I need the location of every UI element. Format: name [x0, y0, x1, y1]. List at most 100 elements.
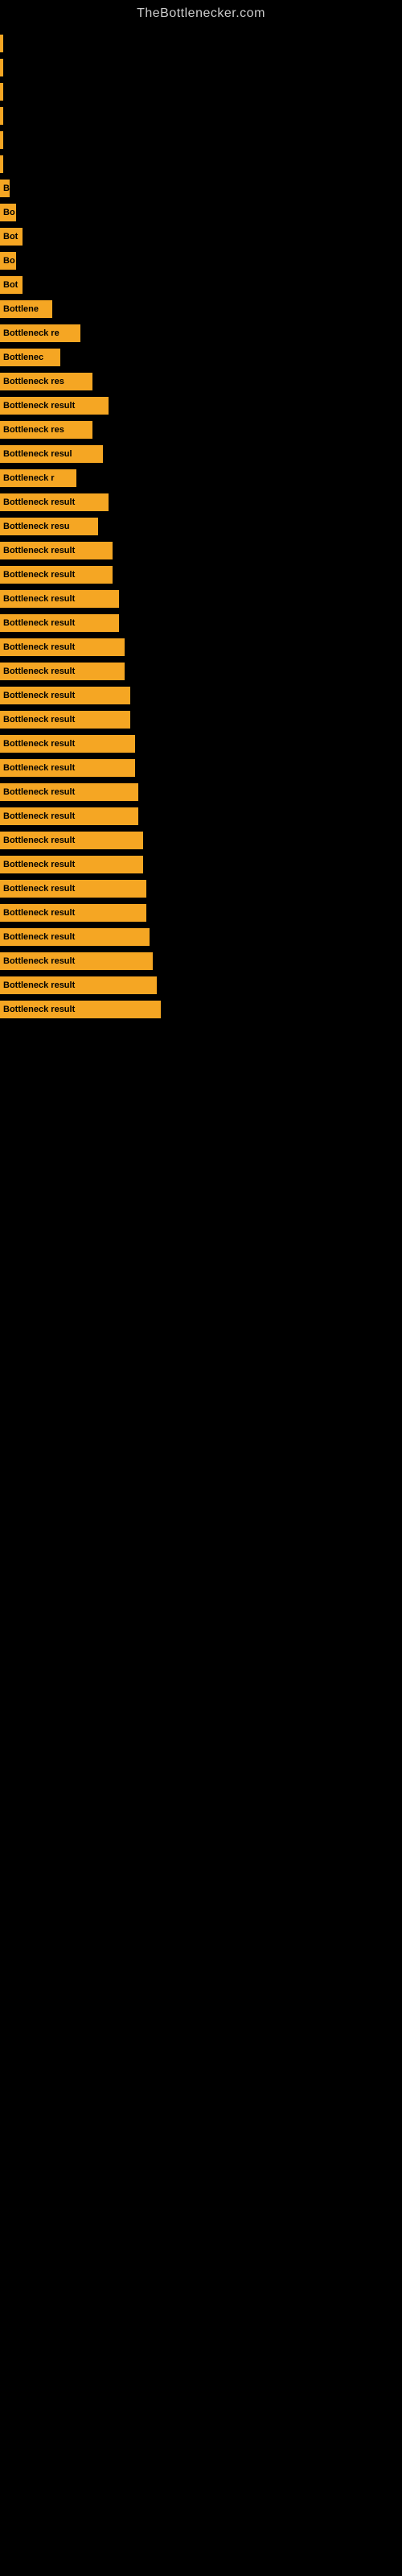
bar-label-17: Bottleneck resul	[3, 449, 72, 459]
bar-label-11: Bottlene	[3, 304, 39, 314]
bar-label-13: Bottlenec	[3, 353, 43, 362]
bar-row: Bottleneck result	[0, 805, 402, 828]
bar-label-25: Bottleneck result	[3, 642, 75, 652]
bar-label-22: Bottleneck result	[3, 570, 75, 580]
bar-row: Bottleneck res	[0, 419, 402, 441]
bar-32: Bottleneck result	[0, 807, 138, 825]
bar-label-20: Bottleneck resu	[3, 522, 70, 531]
bar-3	[0, 107, 3, 125]
bar-label-23: Bottleneck result	[3, 594, 75, 604]
bar-label-12: Bottleneck re	[3, 328, 59, 338]
bar-row: Bottleneck result	[0, 926, 402, 948]
bar-label-39: Bottleneck result	[3, 980, 75, 990]
bar-label-19: Bottleneck result	[3, 497, 75, 507]
bar-7: Bo	[0, 204, 16, 221]
bar-row: Bottleneck resu	[0, 515, 402, 538]
bar-40: Bottleneck result	[0, 1001, 161, 1018]
bar-11: Bottlene	[0, 300, 52, 318]
bar-label-37: Bottleneck result	[3, 932, 75, 942]
bar-row: Bottleneck result	[0, 829, 402, 852]
bar-33: Bottleneck result	[0, 832, 143, 849]
bar-label-34: Bottleneck result	[3, 860, 75, 869]
bar-label-6: B	[3, 184, 10, 193]
bar-row: Bottleneck result	[0, 733, 402, 755]
bar-22: Bottleneck result	[0, 566, 113, 584]
bar-label-35: Bottleneck result	[3, 884, 75, 894]
bar-13: Bottlenec	[0, 349, 60, 366]
bar-row: Bottleneck result	[0, 491, 402, 514]
bar-row: Bottleneck result	[0, 902, 402, 924]
bar-12: Bottleneck re	[0, 324, 80, 342]
bar-row: Bottleneck re	[0, 322, 402, 345]
bar-30: Bottleneck result	[0, 759, 135, 777]
bar-label-8: Bot	[3, 232, 18, 242]
bar-8: Bot	[0, 228, 23, 246]
bar-29: Bottleneck result	[0, 735, 135, 753]
bar-1	[0, 59, 3, 76]
bar-row: Bottleneck result	[0, 974, 402, 997]
bar-row: Bottleneck result	[0, 950, 402, 972]
bar-18: Bottleneck r	[0, 469, 76, 487]
bar-26: Bottleneck result	[0, 663, 125, 680]
bar-label-28: Bottleneck result	[3, 715, 75, 724]
bar-20: Bottleneck resu	[0, 518, 98, 535]
bar-label-14: Bottleneck res	[3, 377, 64, 386]
bar-6: B	[0, 180, 10, 197]
bar-label-7: Bo	[3, 208, 15, 217]
bar-2	[0, 83, 3, 101]
bar-row: Bottleneck result	[0, 998, 402, 1021]
bar-38: Bottleneck result	[0, 952, 153, 970]
bar-row	[0, 56, 402, 79]
bar-label-24: Bottleneck result	[3, 618, 75, 628]
bar-row: Bottleneck result	[0, 781, 402, 803]
bar-row	[0, 105, 402, 127]
bar-label-27: Bottleneck result	[3, 691, 75, 700]
bar-row: Bottleneck result	[0, 564, 402, 586]
bar-row: Bottleneck resul	[0, 443, 402, 465]
bar-row: Bottleneck result	[0, 394, 402, 417]
bar-row: Bottleneck result	[0, 588, 402, 610]
bar-label-18: Bottleneck r	[3, 473, 55, 483]
bar-27: Bottleneck result	[0, 687, 130, 704]
bar-34: Bottleneck result	[0, 856, 143, 873]
bar-36: Bottleneck result	[0, 904, 146, 922]
bar-row	[0, 153, 402, 175]
bar-label-36: Bottleneck result	[3, 908, 75, 918]
site-title-text: TheBottlenecker.com	[0, 0, 402, 24]
bar-row: Bo	[0, 201, 402, 224]
bar-label-10: Bot	[3, 280, 18, 290]
bar-label-38: Bottleneck result	[3, 956, 75, 966]
bar-row: Bottleneck result	[0, 636, 402, 658]
bar-25: Bottleneck result	[0, 638, 125, 656]
bar-14: Bottleneck res	[0, 373, 92, 390]
bar-label-26: Bottleneck result	[3, 667, 75, 676]
bar-5	[0, 155, 3, 173]
bar-row	[0, 80, 402, 103]
bar-17: Bottleneck resul	[0, 445, 103, 463]
bar-row: Bottleneck result	[0, 877, 402, 900]
bar-39: Bottleneck result	[0, 976, 157, 994]
site-title: TheBottlenecker.com	[0, 0, 402, 24]
bar-row: Bo	[0, 250, 402, 272]
bar-row: Bottleneck result	[0, 612, 402, 634]
bar-row: Bottleneck result	[0, 708, 402, 731]
bar-label-33: Bottleneck result	[3, 836, 75, 845]
bar-label-21: Bottleneck result	[3, 546, 75, 555]
bar-31: Bottleneck result	[0, 783, 138, 801]
bar-row: Bottleneck r	[0, 467, 402, 489]
bar-label-29: Bottleneck result	[3, 739, 75, 749]
bar-9: Bo	[0, 252, 16, 270]
bar-35: Bottleneck result	[0, 880, 146, 898]
bar-4	[0, 131, 3, 149]
bar-row: B	[0, 177, 402, 200]
bar-row	[0, 32, 402, 55]
bar-10: Bot	[0, 276, 23, 294]
bar-row	[0, 129, 402, 151]
bar-row: Bottleneck result	[0, 853, 402, 876]
bar-label-32: Bottleneck result	[3, 811, 75, 821]
bar-row: Bottlenec	[0, 346, 402, 369]
bar-row: Bot	[0, 274, 402, 296]
bar-label-40: Bottleneck result	[3, 1005, 75, 1014]
bar-16: Bottleneck res	[0, 421, 92, 439]
bar-0	[0, 35, 3, 52]
